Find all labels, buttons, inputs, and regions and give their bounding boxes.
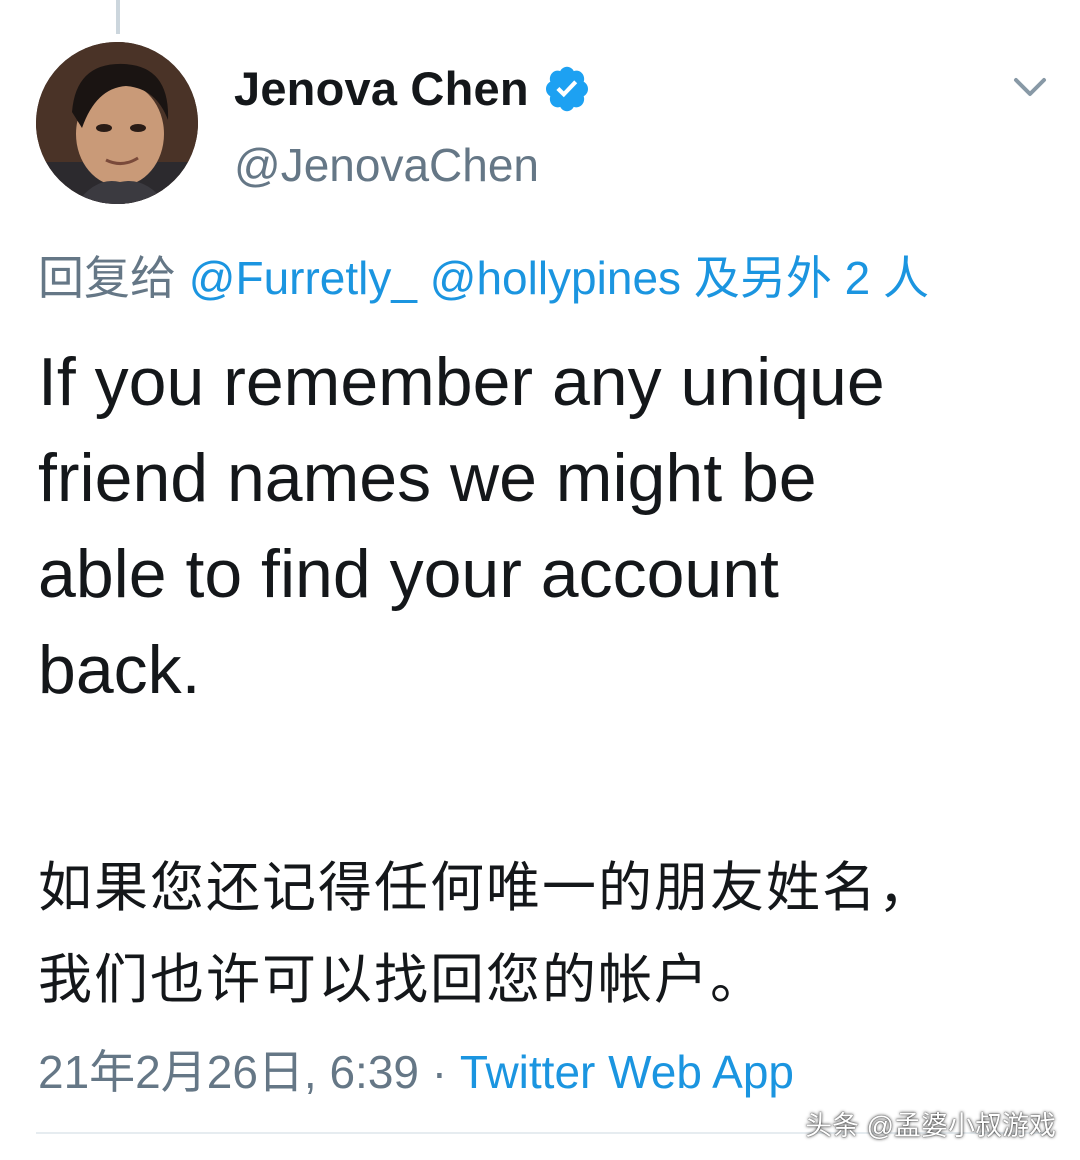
chevron-down-icon[interactable] — [1010, 70, 1050, 102]
author-handle[interactable]: @JenovaChen — [234, 138, 539, 192]
mention-link-furretly[interactable]: @Furretly_ — [189, 252, 417, 304]
thread-connector-line — [116, 0, 120, 34]
tweet-source-link[interactable]: Twitter Web App — [460, 1046, 794, 1098]
author-display-name[interactable]: Jenova Chen — [234, 61, 529, 116]
meta-separator: · — [431, 1046, 448, 1098]
tweet-timestamp[interactable]: 21年2月26日, 6:39 — [38, 1046, 419, 1098]
reply-to-prefix: 回复给 — [38, 252, 176, 304]
author-name-row: Jenova Chen — [234, 56, 591, 120]
tweet-text-chinese: 如果您还记得任何唯一的朋友姓名， 我们也许可以找回您的帐户。 — [38, 858, 934, 1010]
verified-badge-icon — [545, 66, 588, 112]
avatar-photo-icon — [36, 42, 198, 204]
author-avatar[interactable] — [36, 42, 198, 204]
mention-link-hollypines[interactable]: @hollypines — [430, 252, 681, 304]
mention-others-link[interactable]: 及另外 2 人 — [694, 252, 929, 304]
tweet-metadata: 21年2月26日, 6:39 · Twitter Web App — [38, 1036, 794, 1102]
watermark: 头条 @孟婆小叔游戏 — [805, 1111, 1056, 1141]
reply-to-line: 回复给 @Furretly_ @hollypines 及另外 2 人 — [38, 242, 929, 308]
tweet-text-english: If you remember any unique friend names … — [38, 344, 885, 708]
